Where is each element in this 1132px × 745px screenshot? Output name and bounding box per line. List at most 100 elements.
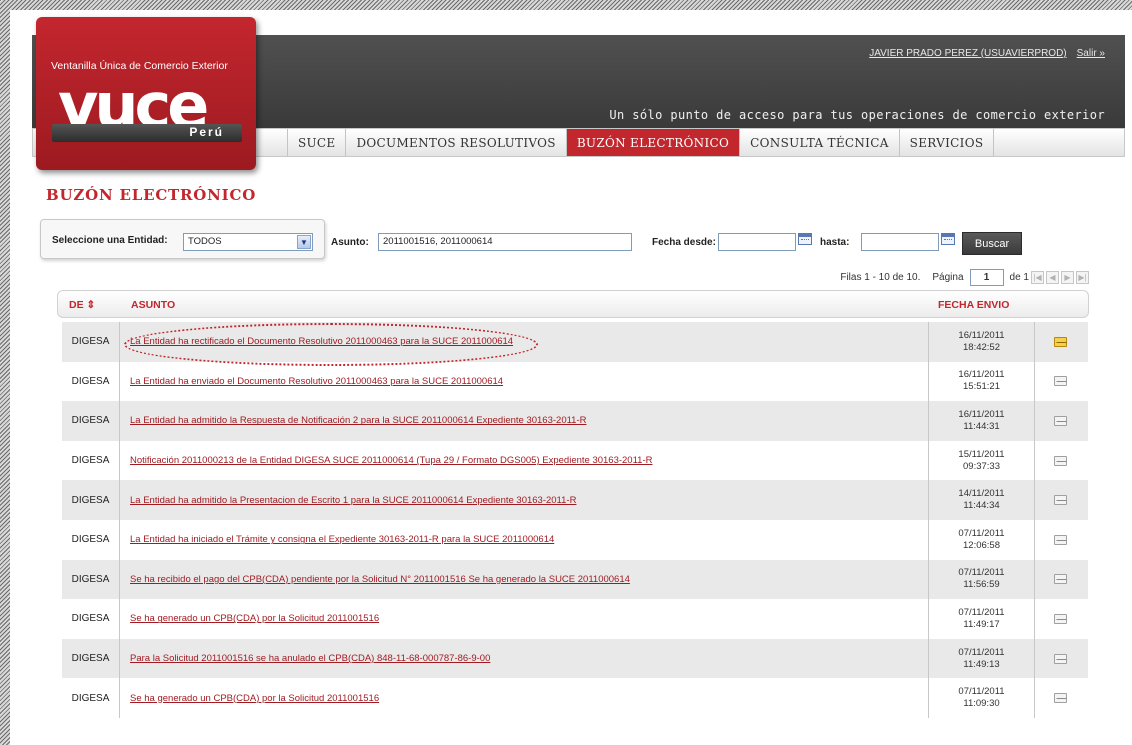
row-entity: DIGESA [62,440,120,481]
user-link[interactable]: JAVIER PRADO PEREZ (USUAVIERPROD) [869,48,1066,59]
envelope-unread-icon[interactable] [1054,336,1067,347]
table-row: DIGESA La Entidad ha admitido la Respues… [62,401,1088,441]
envelope-read-icon[interactable] [1054,495,1067,506]
pager-rows-text: Filas 1 - 10 de 10. [840,271,921,283]
row-entity: DIGESA [62,678,120,718]
row-subject-link[interactable]: Notificación 2011000213 de la Entidad DI… [130,441,652,481]
row-subject-link[interactable]: Se ha generado un CPB(CDA) por la Solici… [130,678,379,718]
envelope-read-icon[interactable] [1054,653,1067,664]
row-date: 16/11/2011 15:51:21 [928,361,1035,402]
row-date: 07/11/2011 11:49:17 [928,599,1035,639]
row-date: 07/11/2011 12:06:58 [928,519,1035,560]
row-date-time: 18:42:52 [963,341,1000,353]
logo-country-bar: Perú [52,124,242,142]
nav-consulta-tecnica[interactable]: CONSULTA TÉCNICA [740,129,900,156]
entity-select[interactable]: TODOS ▼ [183,233,313,251]
pagination: Filas 1 - 10 de 10. Página 1 de 1 |◀ ◀ ▶… [840,268,1089,286]
row-subject-link[interactable]: La Entidad ha admitido la Respuesta de N… [130,401,586,441]
chevron-down-icon[interactable]: ▼ [297,235,311,249]
column-header-de[interactable]: DE ⇕ [69,299,95,311]
calendar-icon[interactable] [798,233,812,245]
row-date-day: 07/11/2011 [958,686,1005,698]
row-subject-link[interactable]: La Entidad ha enviado el Documento Resol… [130,362,503,402]
row-date-time: 11:09:30 [963,698,1000,710]
row-date: 07/11/2011 11:49:13 [928,638,1035,679]
row-subject-link[interactable]: La Entidad ha rectificado el Documento R… [130,322,513,362]
page-number-input[interactable]: 1 [969,268,1004,286]
prev-page-icon[interactable]: ◀ [1046,270,1059,284]
row-date-day: 15/11/2011 [958,448,1005,460]
envelope-read-icon[interactable] [1054,376,1067,387]
row-date-day: 07/11/2011 [958,567,1005,579]
envelope-read-icon[interactable] [1054,574,1067,585]
nav-suce[interactable]: SUCE [287,129,347,156]
row-date: 16/11/2011 11:44:31 [928,401,1035,441]
row-subject-link[interactable]: Para la Solicitud 2011001516 se ha anula… [130,639,490,679]
row-subject-link[interactable]: Se ha recibido el pago del CPB(CDA) pend… [130,560,630,600]
asunto-label: Asunto: [331,237,369,248]
table-row: DIGESA Notificación 2011000213 de la Ent… [62,440,1088,481]
row-date-time: 09:37:33 [963,460,1000,472]
envelope-read-icon[interactable] [1054,455,1067,466]
row-date: 14/11/2011 11:44:34 [928,480,1035,520]
row-date-day: 07/11/2011 [958,606,1005,618]
envelope-read-icon[interactable] [1054,693,1067,704]
first-page-icon[interactable]: |◀ [1031,270,1044,284]
header-slogan: Un sólo punto de acceso para tus operaci… [609,108,1105,122]
vuce-logo[interactable]: Ventanilla Única de Comercio Exterior vu… [36,17,256,170]
row-date-time: 11:44:31 [963,420,1000,432]
table-row: DIGESA Se ha generado un CPB(CDA) por la… [62,599,1088,639]
row-entity: DIGESA [62,361,120,402]
table-row: DIGESA La Entidad ha iniciado el Trámite… [62,519,1088,560]
row-date-day: 07/11/2011 [958,527,1005,539]
row-date-time: 11:44:34 [963,500,1000,512]
row-date: 07/11/2011 11:56:59 [928,559,1035,600]
row-date-time: 11:49:17 [963,618,1000,630]
row-entity: DIGESA [62,599,120,639]
row-date-day: 16/11/2011 [958,329,1005,341]
row-subject-link[interactable]: La Entidad ha iniciado el Trámite y cons… [130,520,554,560]
table-row: DIGESA La Entidad ha admitido la Present… [62,480,1088,520]
hasta-input[interactable] [861,233,939,251]
row-date-day: 16/11/2011 [958,369,1005,381]
envelope-read-icon[interactable] [1054,613,1067,624]
table-row: DIGESA Se ha generado un CPB(CDA) por la… [62,678,1088,718]
row-subject-link[interactable]: Se ha generado un CPB(CDA) por la Solici… [130,599,379,639]
row-entity: DIGESA [62,559,120,600]
user-links: JAVIER PRADO PEREZ (USUAVIERPROD) Salir » [869,48,1105,59]
row-date: 16/11/2011 18:42:52 [928,322,1035,362]
fecha-desde-input[interactable] [718,233,796,251]
message-list: DIGESA La Entidad ha rectificado el Docu… [62,322,1088,718]
row-date-day: 14/11/2011 [958,488,1005,500]
envelope-read-icon[interactable] [1054,415,1067,426]
logout-link[interactable]: Salir » [1077,48,1105,59]
row-date-time: 15:51:21 [963,381,1000,393]
next-page-icon[interactable]: ▶ [1061,270,1074,284]
pager-of-text: de 1 [1009,271,1029,283]
row-date: 07/11/2011 11:09:30 [928,678,1035,718]
nav-buzon-electronico[interactable]: BUZÓN ELECTRÓNICO [566,129,741,156]
table-row: DIGESA Se ha recibido el pago del CPB(CD… [62,559,1088,600]
page-title: BUZÓN ELECTRÓNICO [46,186,257,204]
row-date-time: 12:06:58 [963,539,1000,551]
search-button[interactable]: Buscar [962,232,1022,255]
table-header: DE ⇕ ASUNTO FECHA ENVIO [57,290,1089,318]
row-date-time: 11:49:13 [963,658,1000,670]
table-row: DIGESA La Entidad ha enviado el Document… [62,361,1088,402]
calendar-icon[interactable] [941,233,955,245]
last-page-icon[interactable]: ▶| [1076,270,1089,284]
row-subject-link[interactable]: La Entidad ha admitido la Presentacion d… [130,480,576,520]
nav-servicios[interactable]: SERVICIOS [900,129,995,156]
pager-page-label: Página [932,271,964,283]
row-entity: DIGESA [62,519,120,560]
fecha-desde-label: Fecha desde: [652,237,716,248]
table-row: DIGESA La Entidad ha rectificado el Docu… [62,322,1088,362]
envelope-read-icon[interactable] [1054,534,1067,545]
row-date-day: 07/11/2011 [958,646,1005,658]
row-entity: DIGESA [62,638,120,679]
asunto-input[interactable]: 2011001516, 2011000614 [378,233,632,251]
logo-country: Perú [189,125,224,139]
table-row: DIGESA Para la Solicitud 2011001516 se h… [62,638,1088,679]
nav-documentos-resolutivos[interactable]: DOCUMENTOS RESOLUTIVOS [346,129,567,156]
hasta-label: hasta: [820,237,850,248]
